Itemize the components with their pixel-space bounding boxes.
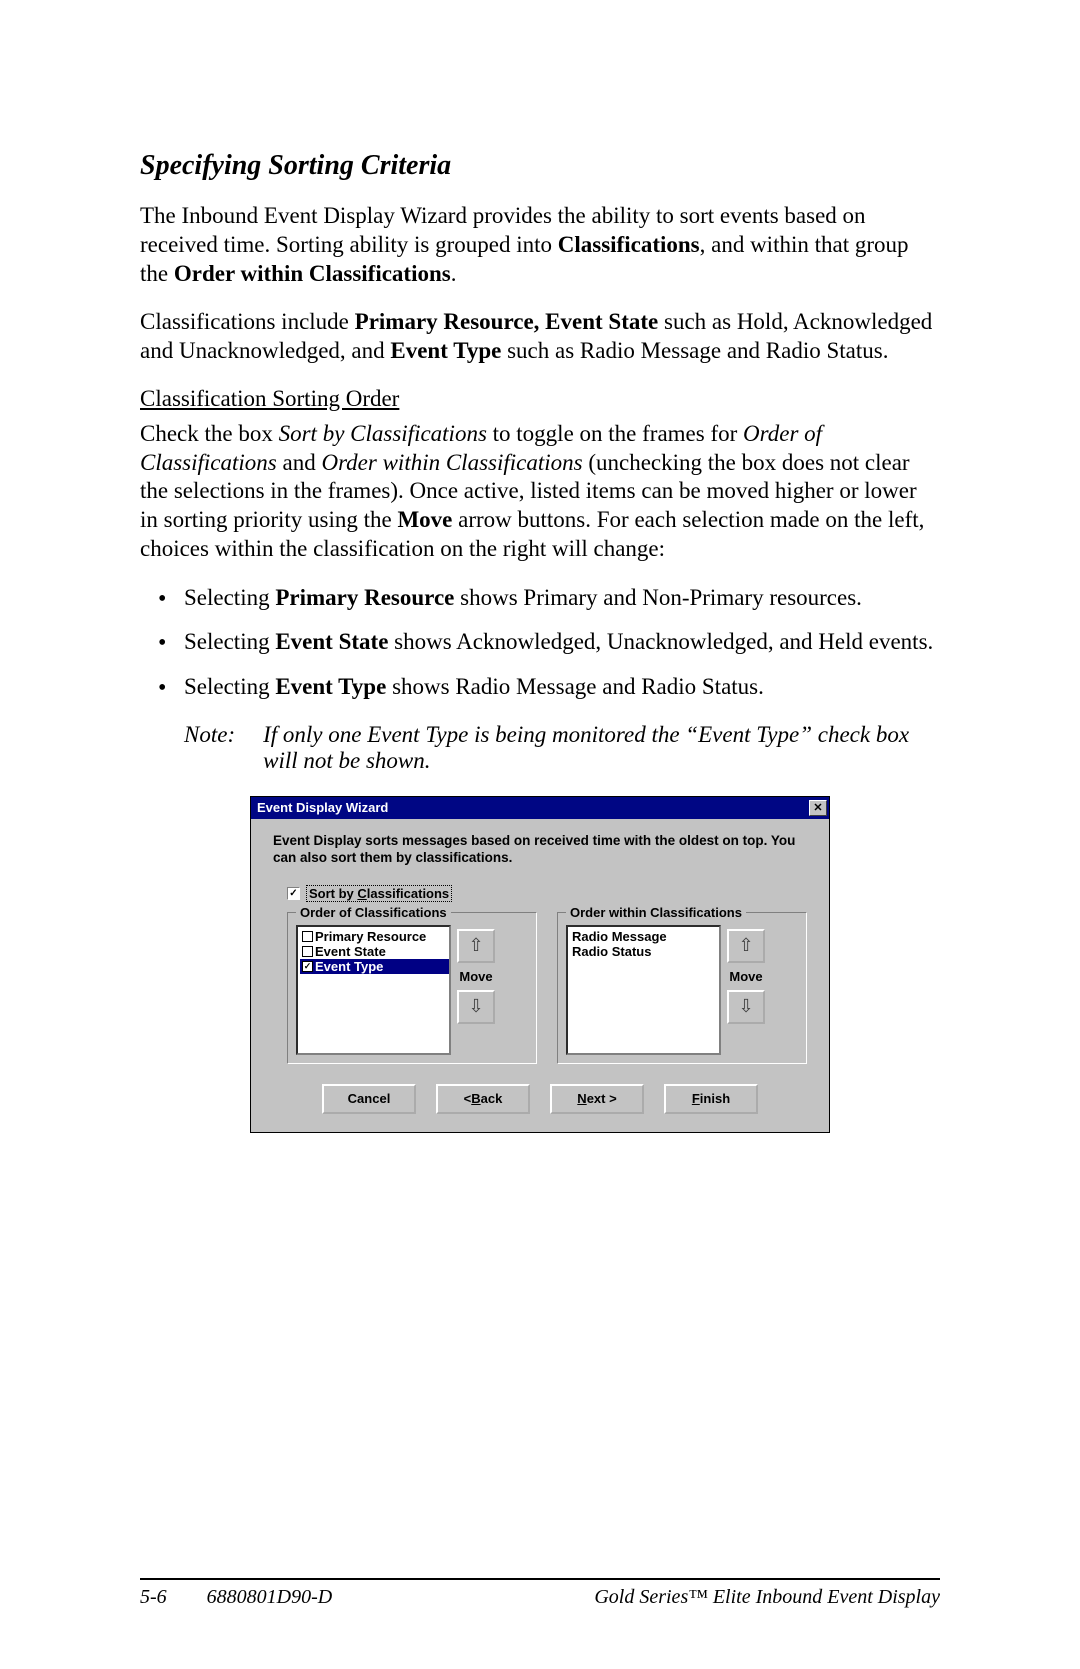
bullet-item: Selecting Event Type shows Radio Message… [184, 673, 940, 702]
move-up-button[interactable]: ⇧ [727, 929, 765, 963]
move-label: Move [729, 967, 762, 986]
text: shows Radio Message and Radio Status. [386, 674, 764, 699]
order-of-classifications-group: Order of Classifications Primary Resourc… [287, 912, 537, 1064]
close-button[interactable]: ✕ [809, 800, 827, 816]
bold-text: Event State [275, 629, 388, 654]
page-footer: 5-6 6880801D90-D Gold Series™ Elite Inbo… [140, 1578, 940, 1609]
move-down-button[interactable]: ⇩ [457, 990, 495, 1024]
document-number: 6880801D90-D [207, 1586, 333, 1609]
text: such as Radio Message and Radio Status. [501, 338, 888, 363]
text: to toggle on the frames for [487, 421, 743, 446]
list-item[interactable]: Radio Message [570, 929, 719, 944]
bold-text: Event Type [275, 674, 386, 699]
move-down-button[interactable]: ⇩ [727, 990, 765, 1024]
move-up-button[interactable]: ⇧ [457, 929, 495, 963]
text: shows Primary and Non-Primary resources. [454, 585, 862, 610]
group-title: Order of Classifications [296, 905, 451, 920]
dialog-titlebar: Event Display Wizard ✕ [251, 797, 829, 819]
section-heading: Specifying Sorting Criteria [140, 150, 940, 182]
italic-text: Order within Classifications [321, 450, 582, 475]
next-button[interactable]: Next > [550, 1084, 644, 1114]
note: Note: If only one Event Type is being mo… [140, 722, 940, 774]
bold-text: Move [397, 507, 452, 532]
dialog-title: Event Display Wizard [257, 800, 388, 815]
bold-text: Primary Resource, Event State [355, 309, 659, 334]
cancel-button[interactable]: Cancel [322, 1084, 416, 1114]
text: Selecting [184, 585, 275, 610]
list-item[interactable]: Radio Status [570, 944, 719, 959]
text: shows Acknowledged, Unacknowledged, and … [388, 629, 933, 654]
sort-by-classifications-checkbox[interactable]: ✓ Sort by Classifications [287, 885, 807, 902]
page-number: 5-6 [140, 1586, 167, 1609]
paragraph-3: Check the box Sort by Classifications to… [140, 420, 940, 564]
bold-text: Order within Classifications [174, 261, 451, 286]
text: Selecting [184, 629, 275, 654]
checkbox-label: Sort by Classifications [306, 885, 452, 902]
checkbox-icon: ✓ [287, 887, 300, 900]
text: Selecting [184, 674, 275, 699]
dialog-description: Event Display sorts messages based on re… [273, 833, 807, 867]
paragraph-1: The Inbound Event Display Wizard provide… [140, 202, 940, 288]
italic-text: Sort by Classifications [279, 421, 487, 446]
group-title: Order within Classifications [566, 905, 746, 920]
list-item[interactable]: Event State [300, 944, 449, 959]
subheading: Classification Sorting Order [140, 386, 940, 412]
order-within-classifications-group: Order within Classifications Radio Messa… [557, 912, 807, 1064]
move-label: Move [459, 967, 492, 986]
paragraph-2: Classifications include Primary Resource… [140, 308, 940, 366]
text: . [451, 261, 457, 286]
note-text: If only one Event Type is being monitore… [263, 722, 940, 774]
text: Check the box [140, 421, 279, 446]
bold-text: Event Type [390, 338, 501, 363]
back-button[interactable]: < Back [436, 1084, 530, 1114]
list-item[interactable]: Primary Resource [300, 929, 449, 944]
text: and [277, 450, 322, 475]
bullet-item: Selecting Event State shows Acknowledged… [184, 628, 940, 657]
finish-button[interactable]: Finish [664, 1084, 758, 1114]
bold-text: Primary Resource [275, 585, 454, 610]
note-label: Note: [184, 722, 235, 774]
list-item[interactable]: ✓Event Type [300, 959, 449, 974]
bullet-item: Selecting Primary Resource shows Primary… [184, 584, 940, 613]
footer-title: Gold Series™ Elite Inbound Event Display [594, 1586, 940, 1609]
event-display-wizard-dialog: Event Display Wizard ✕ Event Display sor… [250, 796, 830, 1133]
classifications-listbox[interactable]: Primary ResourceEvent State✓Event Type [296, 925, 451, 1055]
bold-text: Classifications [558, 232, 700, 257]
bullet-list: Selecting Primary Resource shows Primary… [140, 584, 940, 702]
order-within-listbox[interactable]: Radio MessageRadio Status [566, 925, 721, 1055]
text: Classifications include [140, 309, 355, 334]
